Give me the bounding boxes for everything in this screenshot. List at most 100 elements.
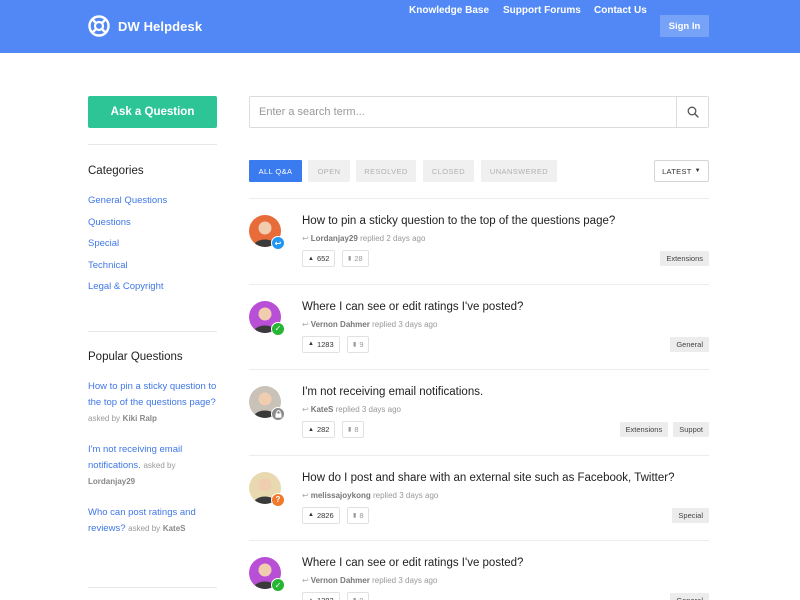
question-title[interactable]: How do I post and share with an external… — [302, 472, 674, 484]
tag-list: Extensions Suppot — [619, 422, 709, 437]
comment-count[interactable]: ▮ 28 — [342, 250, 369, 267]
vote-count[interactable]: ▲1283 — [302, 335, 340, 353]
category-link[interactable]: Questions — [88, 216, 167, 238]
asker-name[interactable]: Lordanjay29 — [88, 477, 135, 486]
comment-icon: ▮ — [348, 256, 352, 262]
reply-arrow-icon: ↩ — [302, 405, 309, 414]
reply-user[interactable]: KateS — [311, 405, 334, 414]
caret-down-icon: ▼ — [694, 168, 701, 174]
question-item: ✓ Where I can see or edit ratings I've po… — [249, 283, 709, 370]
comment-value: 9 — [359, 596, 363, 600]
category-link[interactable]: Special — [88, 237, 167, 259]
popular-questions-heading: Popular Questions — [88, 351, 183, 363]
filter-open[interactable]: OPEN — [308, 160, 350, 182]
comment-count[interactable]: ▮9 — [347, 335, 370, 353]
vote-value: 2826 — [316, 510, 334, 520]
popular-question: I'm not receiving email notifications. a… — [88, 442, 218, 490]
filter-resolved[interactable]: RESOLVED — [356, 160, 416, 182]
filter-unanswered[interactable]: UNANSWERED — [481, 160, 557, 182]
comment-count[interactable]: ▮ 8 — [342, 421, 365, 438]
category-list: General Questions Questions Special Tech… — [88, 194, 167, 302]
reply-arrow-icon: ↩ — [302, 234, 309, 243]
asker-name[interactable]: Kiki Ralp — [123, 414, 157, 423]
sidebar-divider — [88, 144, 217, 145]
categories-heading: Categories — [88, 165, 144, 177]
comment-count[interactable]: ▮9 — [347, 592, 370, 600]
reply-time: replied 3 days ago — [372, 490, 439, 500]
tag-list: Extensions — [660, 251, 709, 266]
filter-all[interactable]: ALL Q&A — [249, 160, 302, 182]
sidebar-divider — [88, 331, 217, 332]
asked-by-label: asked by — [88, 414, 121, 423]
vote-count[interactable]: ▲ 282 — [302, 421, 336, 438]
search-input[interactable] — [250, 97, 677, 127]
top-navbar: DW Helpdesk Knowledge Base Support Forum… — [0, 0, 800, 53]
vote-value: 282 — [316, 425, 330, 434]
lifebuoy-icon — [88, 15, 110, 37]
question-item: ✓ Where I can see or edit ratings I've po… — [249, 540, 709, 600]
question-meta: ↩ melissajoykong replied 3 days ago — [302, 491, 438, 500]
search-button[interactable] — [676, 97, 708, 127]
upvote-icon: ▲ — [308, 255, 314, 262]
category-link[interactable]: General Questions — [88, 194, 167, 216]
popular-question: Who can post ratings and reviews? asked … — [88, 505, 218, 537]
reply-user[interactable]: Vernon Dahmer — [311, 576, 370, 585]
vote-value: 652 — [316, 254, 330, 263]
tag[interactable]: Extensions — [619, 422, 669, 437]
question-meta: ↩ Lordanjay29 replied 2 days ago — [302, 234, 425, 243]
vote-count[interactable]: ▲ 652 — [302, 250, 336, 267]
question-icon: ? — [271, 492, 285, 507]
asked-by-label: asked by — [143, 461, 176, 470]
nav-link-support-forums[interactable]: Support Forums — [503, 5, 581, 16]
ask-question-button[interactable]: Ask a Question — [88, 96, 217, 128]
question-title[interactable]: I'm not receiving email notifications. — [302, 386, 483, 398]
question-item: ? How do I post and share with an externa… — [249, 454, 709, 541]
question-title[interactable]: How to pin a sticky question to the top … — [302, 215, 615, 227]
comment-value: 28 — [354, 254, 363, 263]
comment-icon: ▮ — [353, 341, 357, 348]
sign-in-button[interactable]: Sign In — [660, 15, 709, 37]
tag[interactable]: Extensions — [660, 251, 709, 266]
nav-link-knowledge-base[interactable]: Knowledge Base — [409, 5, 489, 16]
vote-value: 1283 — [316, 339, 334, 349]
category-link[interactable]: Legal & Copyright — [88, 280, 167, 302]
reply-arrow-icon: ↩ — [302, 490, 309, 500]
sort-dropdown[interactable]: LATEST ▼ — [654, 160, 709, 182]
question-item: ↩ How to pin a sticky question to the top… — [249, 198, 709, 284]
comment-count[interactable]: ▮ 8 — [347, 506, 370, 524]
tag[interactable]: General — [670, 336, 709, 352]
reply-icon: ↩ — [271, 236, 285, 250]
reply-arrow-icon: ↩ — [302, 319, 309, 329]
brand[interactable]: DW Helpdesk — [88, 15, 202, 37]
check-icon: ✓ — [271, 578, 285, 592]
filter-closed[interactable]: CLOSED — [423, 160, 474, 182]
tag[interactable]: Suppot — [673, 422, 709, 437]
tag[interactable]: General — [670, 593, 709, 600]
nav-link-contact-us[interactable]: Contact Us — [594, 5, 647, 16]
reply-user[interactable]: Vernon Dahmer — [311, 320, 370, 329]
reply-user[interactable]: melissajoykong — [311, 491, 371, 500]
tag-list: Special — [672, 507, 709, 523]
app-name: DW Helpdesk — [118, 18, 203, 34]
category-link[interactable]: Technical — [88, 259, 167, 281]
tag[interactable]: Special — [672, 507, 709, 523]
reply-arrow-icon: ↩ — [302, 576, 309, 585]
question-title[interactable]: Where I can see or edit ratings I've pos… — [302, 301, 523, 313]
search-bar — [249, 96, 709, 128]
comment-value: 9 — [359, 339, 364, 349]
reply-time: replied 3 days ago — [372, 319, 438, 329]
question-meta: ↩ Vernon Dahmer replied 3 days ago — [302, 320, 437, 329]
comment-icon: ▮ — [348, 427, 352, 433]
asker-name[interactable]: KateS — [163, 524, 186, 533]
sort-label: LATEST — [662, 166, 692, 176]
upvote-icon: ▲ — [308, 341, 314, 347]
reply-user[interactable]: Lordanjay29 — [311, 234, 358, 243]
question-meta: ↩ Vernon Dahmer replied 3 days ago — [302, 576, 437, 585]
question-item: I'm not receiving email notifications. ↩ K… — [249, 369, 709, 455]
popular-question-link[interactable]: How to pin a sticky question to the top … — [88, 381, 216, 408]
upvote-icon: ▲ — [308, 512, 314, 518]
vote-count[interactable]: ▲ 2826 — [302, 506, 340, 524]
question-title[interactable]: Where I can see or edit ratings I've pos… — [302, 557, 523, 569]
check-icon: ✓ — [271, 321, 285, 336]
vote-count[interactable]: ▲1283 — [302, 592, 340, 600]
